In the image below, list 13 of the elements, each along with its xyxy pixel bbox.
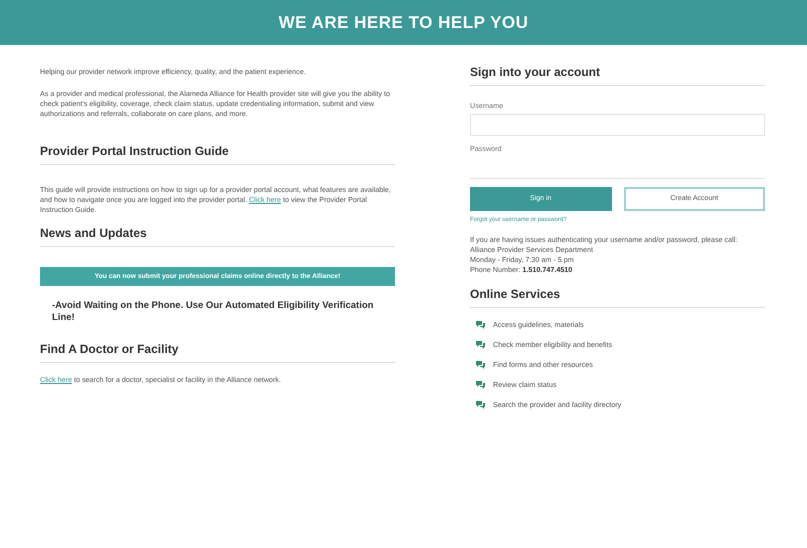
chat-bubble-icon [476, 361, 485, 369]
page-title: WE ARE HERE TO HELP YOU [278, 12, 528, 32]
section-heading: Provider Portal Instruction Guide [40, 144, 229, 158]
section-heading: Sign into your account [470, 65, 600, 79]
username-field[interactable] [470, 114, 765, 136]
section-heading: Online Services [470, 287, 560, 301]
chat-bubble-icon [476, 341, 485, 349]
section-heading: News and Updates [40, 226, 147, 240]
chat-bubble-icon [476, 321, 485, 329]
section-heading: Find A Doctor or Facility [40, 342, 178, 356]
eligibility-notice: -Avoid Waiting on the Phone. Use Our Automated Eligibility Verification Line! [51, 300, 374, 324]
chat-bubble-icon [476, 381, 485, 389]
chat-bubble-icon [476, 401, 485, 409]
